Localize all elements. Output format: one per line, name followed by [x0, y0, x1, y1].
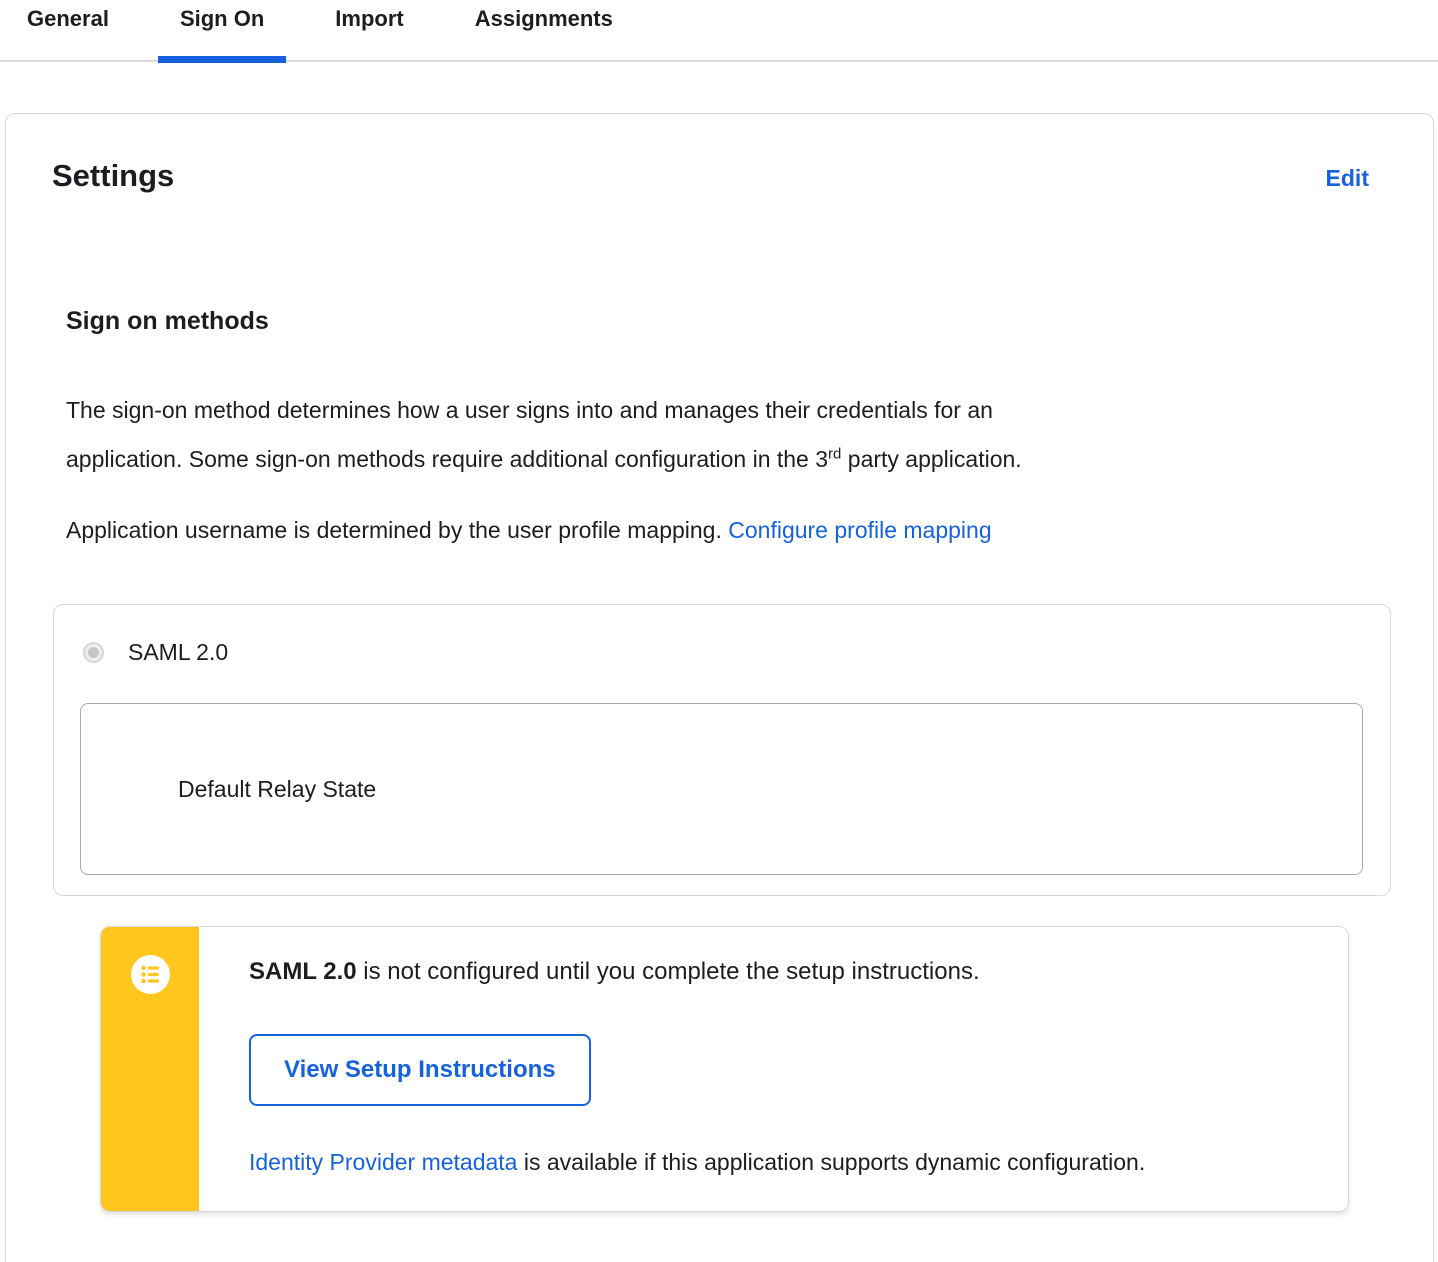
- metadata-line: Identity Provider metadata is available …: [249, 1149, 1146, 1175]
- ordinal-suffix: rd: [828, 445, 842, 463]
- tab-import[interactable]: Import: [313, 6, 425, 32]
- warning-banner-body: SAML 2.0 is not configured until you com…: [199, 927, 1185, 1211]
- list-icon: [130, 955, 170, 999]
- username-mapping-text: Application username is determined by th…: [66, 517, 992, 543]
- description-line-2: application. Some sign-on methods requir…: [66, 445, 1022, 472]
- saml-warning-banner: SAML 2.0 is not configured until you com…: [100, 926, 1349, 1212]
- tab-general[interactable]: General: [5, 6, 131, 32]
- saml-method-box: SAML 2.0 Default Relay State: [53, 604, 1391, 896]
- sign-on-methods-heading: Sign on methods: [66, 307, 269, 335]
- app-tabbar: General Sign On Import Assignments: [0, 0, 1438, 63]
- saml-radio-label: SAML 2.0: [128, 639, 229, 665]
- settings-header: Settings Edit: [6, 114, 1433, 194]
- identity-provider-metadata-link[interactable]: Identity Provider metadata: [249, 1149, 517, 1175]
- sign-on-content: SAML 2.0 Default Relay State SAML 2.0 is…: [53, 604, 1391, 1212]
- default-relay-state-box: Default Relay State: [80, 703, 1363, 875]
- sign-on-description: The sign-on method determines how a user…: [66, 386, 1391, 484]
- settings-card: Settings Edit Sign on methods The sign-o…: [5, 113, 1434, 1262]
- saml-radio-row: SAML 2.0: [54, 638, 1390, 666]
- configure-profile-mapping-link[interactable]: Configure profile mapping: [728, 517, 991, 543]
- tab-sign-on[interactable]: Sign On: [157, 6, 287, 63]
- page-title: Settings: [52, 158, 175, 193]
- saml-radio-button[interactable]: [83, 641, 104, 663]
- sign-on-methods-section: Sign on methods The sign-on method deter…: [6, 306, 1433, 555]
- edit-link[interactable]: Edit: [1326, 165, 1369, 192]
- description-line-1: The sign-on method determines how a user…: [66, 397, 993, 423]
- tab-assignments[interactable]: Assignments: [453, 6, 635, 32]
- default-relay-state-label: Default Relay State: [178, 775, 377, 802]
- warning-message: SAML 2.0 is not configured until you com…: [249, 958, 980, 985]
- warning-highlight: SAML 2.0: [249, 958, 357, 985]
- warning-accent-bar: [101, 927, 199, 1211]
- view-setup-instructions-button[interactable]: View Setup Instructions: [249, 1034, 591, 1106]
